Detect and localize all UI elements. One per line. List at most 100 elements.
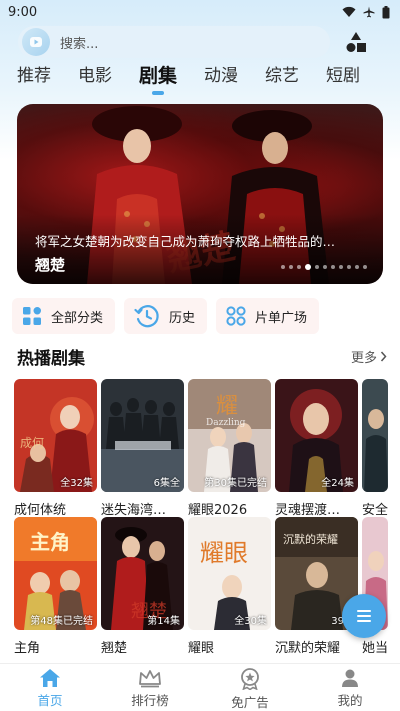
menu-lines-icon xyxy=(357,610,371,622)
episode-badge: 全32集 xyxy=(60,478,93,489)
chevron-right-icon xyxy=(380,351,387,362)
series-card[interactable]: 沉默的荣耀 39集 沉默的荣耀 xyxy=(275,517,358,656)
quick-actions: 全部分类 历史 片单广场 xyxy=(12,298,320,334)
series-card[interactable]: 耀眼 全30集 耀眼 xyxy=(188,517,271,656)
floating-menu-button[interactable] xyxy=(342,594,386,638)
more-label: 更多 xyxy=(350,351,377,366)
series-title: 沉默的荣耀 xyxy=(275,641,341,656)
episode-badge: 第48集已完结 xyxy=(30,616,93,627)
status-time: 9:00 xyxy=(8,4,38,20)
series-title: 迷失海湾… xyxy=(101,503,167,518)
poster-image: 全24集 xyxy=(275,379,358,492)
series-title: 灵魂摆渡… xyxy=(275,503,341,518)
featured-banner[interactable]: 翘楚 将军之女楚朝为改变自己成为萧珣夺权路上牺牲品的… 翘楚 xyxy=(17,104,383,284)
nav-home[interactable]: 首页 xyxy=(0,664,100,711)
crown-icon xyxy=(139,670,161,688)
history-label: 历史 xyxy=(169,310,196,326)
pagination-dot xyxy=(297,265,301,269)
series-card[interactable]: 主角 第48集已完结 主角 xyxy=(14,517,97,656)
nav-ad-free[interactable]: 免广告 xyxy=(200,664,300,711)
episode-badge: 第14集 xyxy=(147,616,180,627)
banner-description: 将军之女楚朝为改变自己成为萧珣夺权路上牺牲品的… xyxy=(35,234,336,249)
series-card[interactable]: 安全 xyxy=(362,379,388,518)
episode-badge: 6集全 xyxy=(153,478,180,489)
pagination-dot xyxy=(331,265,335,269)
series-title: 主角 xyxy=(14,641,41,656)
svg-text:成何: 成何 xyxy=(20,436,44,450)
playlist-square-label: 片单广场 xyxy=(255,310,308,326)
poster-art xyxy=(362,379,388,492)
series-title: 成何体统 xyxy=(14,503,67,518)
poster-title-text: 沉默的荣耀 xyxy=(283,532,338,546)
series-card[interactable]: 成何 全32集 成何体统 xyxy=(14,379,97,518)
all-categories-button[interactable]: 全部分类 xyxy=(12,298,116,334)
poster-image: 耀眼 全30集 xyxy=(188,517,271,630)
badge-star-icon xyxy=(241,668,259,690)
tab-movies[interactable]: 电影 xyxy=(78,62,112,90)
nav-ranking[interactable]: 排行榜 xyxy=(100,664,200,711)
playlist-square-button[interactable]: 片单广场 xyxy=(216,298,320,334)
poster-image: 成何 全32集 xyxy=(14,379,97,492)
poster-image xyxy=(362,379,388,492)
search-row: 搜索... xyxy=(18,26,382,58)
hot-series-header: 热播剧集 更多 xyxy=(17,344,387,369)
battery-icon xyxy=(382,5,390,18)
episode-badge: 第30集已完结 xyxy=(204,478,267,489)
series-title: 她当 xyxy=(362,641,388,656)
shapes-category-icon[interactable] xyxy=(344,30,368,54)
playlist-circles-icon xyxy=(226,306,246,326)
person-icon xyxy=(342,669,358,687)
poster-title-text: 主角 xyxy=(30,530,70,554)
tab-series[interactable]: 剧集 xyxy=(139,62,177,90)
pagination-dot xyxy=(289,265,293,269)
history-clock-icon xyxy=(134,305,159,328)
series-card[interactable]: 6集全 迷失海湾… xyxy=(101,379,184,518)
series-title: 耀眼2026 xyxy=(188,503,248,518)
pagination-dot xyxy=(339,265,343,269)
pagination-dot xyxy=(363,265,367,269)
section-title: 热播剧集 xyxy=(17,349,85,369)
more-link[interactable]: 更多 xyxy=(351,347,387,366)
app-logo-icon xyxy=(22,28,50,56)
poster-title-text: 耀眼 xyxy=(200,539,248,567)
series-row-1: 成何 全32集 成何体统 6集全 迷失海湾… 耀 Dazzling 第30集已完… xyxy=(14,379,388,518)
series-title: 安全 xyxy=(362,503,388,518)
status-bar: 9:00 xyxy=(0,0,400,24)
banner-title: 翘楚 xyxy=(35,256,66,274)
nav-profile[interactable]: 我的 xyxy=(300,664,400,711)
poster-image: 6集全 xyxy=(101,379,184,492)
tab-recommend[interactable]: 推荐 xyxy=(17,62,51,90)
pagination-dot xyxy=(355,265,359,269)
poster-image: 耀 Dazzling 第30集已完结 xyxy=(188,379,271,492)
wifi-icon xyxy=(342,6,356,17)
tab-short-drama[interactable]: 短剧 xyxy=(326,62,360,90)
svg-text:耀: 耀 xyxy=(216,394,238,419)
tab-variety[interactable]: 综艺 xyxy=(265,62,299,90)
pagination-dot xyxy=(281,265,285,269)
search-placeholder: 搜索... xyxy=(60,36,99,52)
svg-text:Dazzling: Dazzling xyxy=(206,418,246,428)
series-card[interactable]: 翘楚 第14集 翘楚 xyxy=(101,517,184,656)
poster-image: 翘楚 第14集 xyxy=(101,517,184,630)
series-card[interactable]: 全24集 灵魂摆渡… xyxy=(275,379,358,518)
episode-badge: 全24集 xyxy=(321,478,354,489)
nav-ranking-label: 排行榜 xyxy=(131,693,169,708)
status-icons xyxy=(342,5,390,19)
series-row-2: 主角 第48集已完结 主角 翘楚 第14集 翘楚 耀眼 全30集 耀眼 沉默的荣… xyxy=(14,517,388,656)
category-tabs: 推荐 电影 剧集 动漫 综艺 短剧 xyxy=(17,62,400,96)
banner-pagination xyxy=(281,264,367,270)
all-categories-label: 全部分类 xyxy=(51,310,104,326)
history-button[interactable]: 历史 xyxy=(124,298,208,334)
pagination-dot xyxy=(315,265,319,269)
nav-ad-free-label: 免广告 xyxy=(231,695,269,710)
pagination-dot xyxy=(323,265,327,269)
pagination-dot xyxy=(347,265,351,269)
tab-anime[interactable]: 动漫 xyxy=(204,62,238,90)
airplane-icon xyxy=(363,6,375,18)
episode-badge: 全30集 xyxy=(234,616,267,627)
nav-home-label: 首页 xyxy=(37,693,63,708)
series-card[interactable]: 耀 Dazzling 第30集已完结 耀眼2026 xyxy=(188,379,271,518)
series-title: 耀眼 xyxy=(188,641,215,656)
pagination-dot xyxy=(305,264,311,270)
search-input[interactable]: 搜索... xyxy=(18,26,330,58)
